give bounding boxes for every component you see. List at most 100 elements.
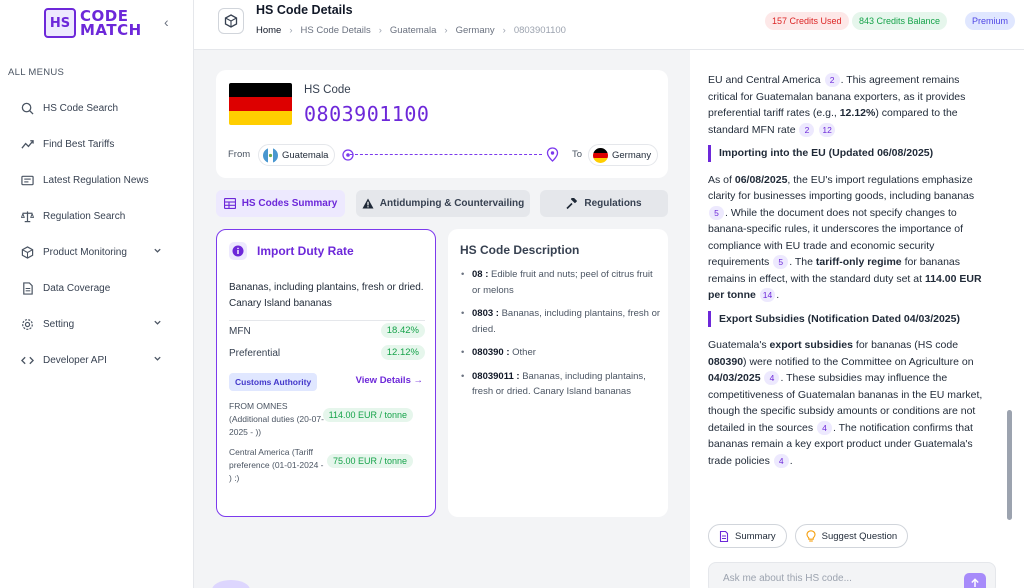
sidebar-item-label: Product Monitoring bbox=[43, 246, 127, 258]
additional-duty-row: FROM OMNES (Additional duties (20-07-202… bbox=[229, 400, 425, 439]
text: EU and Central America bbox=[708, 74, 821, 86]
chat-message: EU and Central America 2. This agreement… bbox=[708, 72, 990, 476]
route-line bbox=[350, 154, 542, 155]
destination-country-pill[interactable]: Germany bbox=[588, 144, 659, 166]
cube-icon bbox=[218, 8, 244, 34]
import-duty-header: Import Duty Rate bbox=[229, 242, 354, 260]
sidebar-item-data-coverage[interactable]: Data Coverage bbox=[0, 270, 194, 306]
chevron-down-icon bbox=[153, 318, 162, 330]
citation-badge[interactable]: 2 bbox=[799, 122, 815, 137]
citation-badge[interactable]: 14 bbox=[759, 288, 776, 302]
plan-badge[interactable]: Premium bbox=[965, 12, 1016, 30]
chat-paragraph: Guatemala's export subsidies for bananas… bbox=[708, 339, 983, 468]
sidebar-item-product-monitoring[interactable]: Product Monitoring bbox=[0, 234, 194, 270]
origin-country-pill[interactable]: Guatemala bbox=[258, 144, 336, 166]
logo-text: CODE MATCH bbox=[80, 9, 142, 39]
collapse-sidebar-icon[interactable]: ‹ bbox=[164, 14, 169, 30]
chat-heading: Export Subsidies (Notification Dated 04/… bbox=[708, 310, 990, 327]
citation-badge[interactable]: 4 bbox=[764, 371, 780, 385]
hs-description-title: HS Code Description bbox=[460, 243, 580, 257]
suggest-question-label: Suggest Question bbox=[821, 530, 898, 542]
chevron-right-icon: › bbox=[289, 25, 293, 36]
guatemala-flag bbox=[263, 147, 278, 163]
code-icon bbox=[20, 353, 34, 367]
item-code: 08039011 : bbox=[472, 370, 520, 382]
floating-button[interactable] bbox=[212, 580, 250, 588]
from-label: From bbox=[228, 149, 251, 160]
hs-code-card: HS Code 0803901100 From Guatemala To Ger… bbox=[216, 70, 668, 178]
hs-code-label: HS Code bbox=[304, 84, 351, 96]
top-header: HS Code Details Home › HS Code Details ›… bbox=[194, 0, 1024, 50]
preferential-rate-row: Preferential 12.12% bbox=[229, 345, 425, 360]
sidebar-item-label: HS Code Search bbox=[43, 102, 119, 114]
citation-badge[interactable]: 2 bbox=[824, 73, 840, 87]
citation-badge[interactable]: 5 bbox=[709, 205, 724, 220]
suggest-question-button[interactable]: Suggest Question bbox=[794, 524, 909, 548]
table-icon bbox=[223, 198, 236, 209]
breadcrumb-destination[interactable]: Germany bbox=[456, 25, 495, 36]
text-bold: export subsidies bbox=[769, 339, 853, 351]
text-bold: 06/08/2025 bbox=[734, 173, 788, 186]
item-code: 080390 : bbox=[472, 347, 510, 358]
chat-input[interactable] bbox=[708, 562, 996, 588]
import-duty-title: Import Duty Rate bbox=[257, 244, 354, 258]
list-item: 08039011 : Bananas, including plantains,… bbox=[460, 369, 660, 400]
sidebar-item-hs-code-search[interactable]: HS Code Search bbox=[0, 90, 194, 126]
citation-badge[interactable]: 4 bbox=[817, 420, 832, 435]
map-pin-icon bbox=[546, 147, 559, 165]
breadcrumb-hs-code-details[interactable]: HS Code Details bbox=[301, 25, 371, 36]
sidebar-item-label: Regulation Search bbox=[43, 210, 126, 222]
citation-badge[interactable]: 4 bbox=[773, 453, 789, 468]
warning-icon bbox=[362, 198, 374, 209]
tab-hs-codes-summary[interactable]: HS Codes Summary bbox=[216, 190, 345, 217]
list-item: 080390 : Other bbox=[460, 345, 660, 361]
item-text: Other bbox=[512, 347, 536, 358]
central-america-value: 75.00 EUR / tonne bbox=[326, 454, 413, 468]
origin-country: Guatemala bbox=[282, 149, 329, 161]
additional-duty-text: FROM OMNES (Additional duties (20-07-202… bbox=[229, 401, 324, 437]
sidebar-item-latest-regulation-news[interactable]: Latest Regulation News bbox=[0, 162, 194, 198]
chat-actions: Summary Suggest Question bbox=[708, 524, 916, 548]
document-icon bbox=[20, 281, 34, 295]
scrollbar[interactable] bbox=[1007, 410, 1012, 520]
summary-button[interactable]: Summary bbox=[708, 524, 787, 548]
sidebar-menu: HS Code Search Find Best Tariffs Latest … bbox=[0, 90, 194, 378]
page-title: HS Code Details bbox=[256, 3, 353, 17]
origin-target-icon bbox=[341, 148, 355, 165]
chat-paragraph: EU and Central America 2. This agreement… bbox=[708, 72, 990, 138]
send-button[interactable] bbox=[964, 573, 986, 588]
citation-badge[interactable]: 12 bbox=[819, 122, 835, 137]
chevron-right-icon: › bbox=[378, 25, 382, 36]
citation-badge[interactable]: 5 bbox=[773, 255, 789, 269]
menu-title: ALL MENUS bbox=[8, 67, 65, 78]
text: . The bbox=[789, 256, 813, 268]
tab-label: HS Codes Summary bbox=[241, 198, 338, 209]
text: ) were notified to the Committee on Agri… bbox=[743, 355, 974, 368]
text-bold: 04/03/2025 bbox=[708, 372, 761, 384]
logo[interactable]: HS CODE MATCH bbox=[44, 8, 142, 38]
credits-used-badge: 157 Credits Used bbox=[765, 12, 849, 30]
trend-icon bbox=[20, 137, 34, 151]
sidebar-item-find-best-tariffs[interactable]: Find Best Tariffs bbox=[0, 126, 194, 162]
sidebar-item-label: Latest Regulation News bbox=[43, 174, 149, 186]
view-details-link[interactable]: View Details → bbox=[356, 375, 423, 386]
sidebar-item-developer-api[interactable]: Developer API bbox=[0, 342, 194, 378]
sidebar-item-setting[interactable]: Setting bbox=[0, 306, 194, 342]
tab-antidumping[interactable]: Antidumping & Countervailing bbox=[356, 190, 530, 217]
summary-label: Summary bbox=[735, 530, 776, 542]
hs-description-list: 08 : Edible fruit and nuts; peel of citr… bbox=[460, 267, 660, 408]
tab-label: Regulations bbox=[584, 198, 642, 209]
breadcrumb-home[interactable]: Home bbox=[256, 25, 281, 36]
product-description: Bananas, including plantains, fresh or d… bbox=[229, 282, 424, 309]
item-text: Edible fruit and nuts; peel of citrus fr… bbox=[472, 269, 653, 296]
search-icon bbox=[20, 101, 34, 115]
breadcrumb: Home › HS Code Details › Guatemala › Ger… bbox=[256, 25, 566, 36]
logo-line2: MATCH bbox=[80, 21, 142, 39]
tab-regulations[interactable]: Regulations bbox=[540, 190, 668, 217]
sidebar-item-regulation-search[interactable]: Regulation Search bbox=[0, 198, 194, 234]
text-bold: tariff-only regime bbox=[815, 256, 902, 268]
chevron-right-icon: › bbox=[444, 25, 448, 36]
hs-code-value: 0803901100 bbox=[304, 102, 430, 126]
breadcrumb-origin[interactable]: Guatemala bbox=[390, 25, 436, 36]
preferential-value: 12.12% bbox=[380, 345, 425, 360]
